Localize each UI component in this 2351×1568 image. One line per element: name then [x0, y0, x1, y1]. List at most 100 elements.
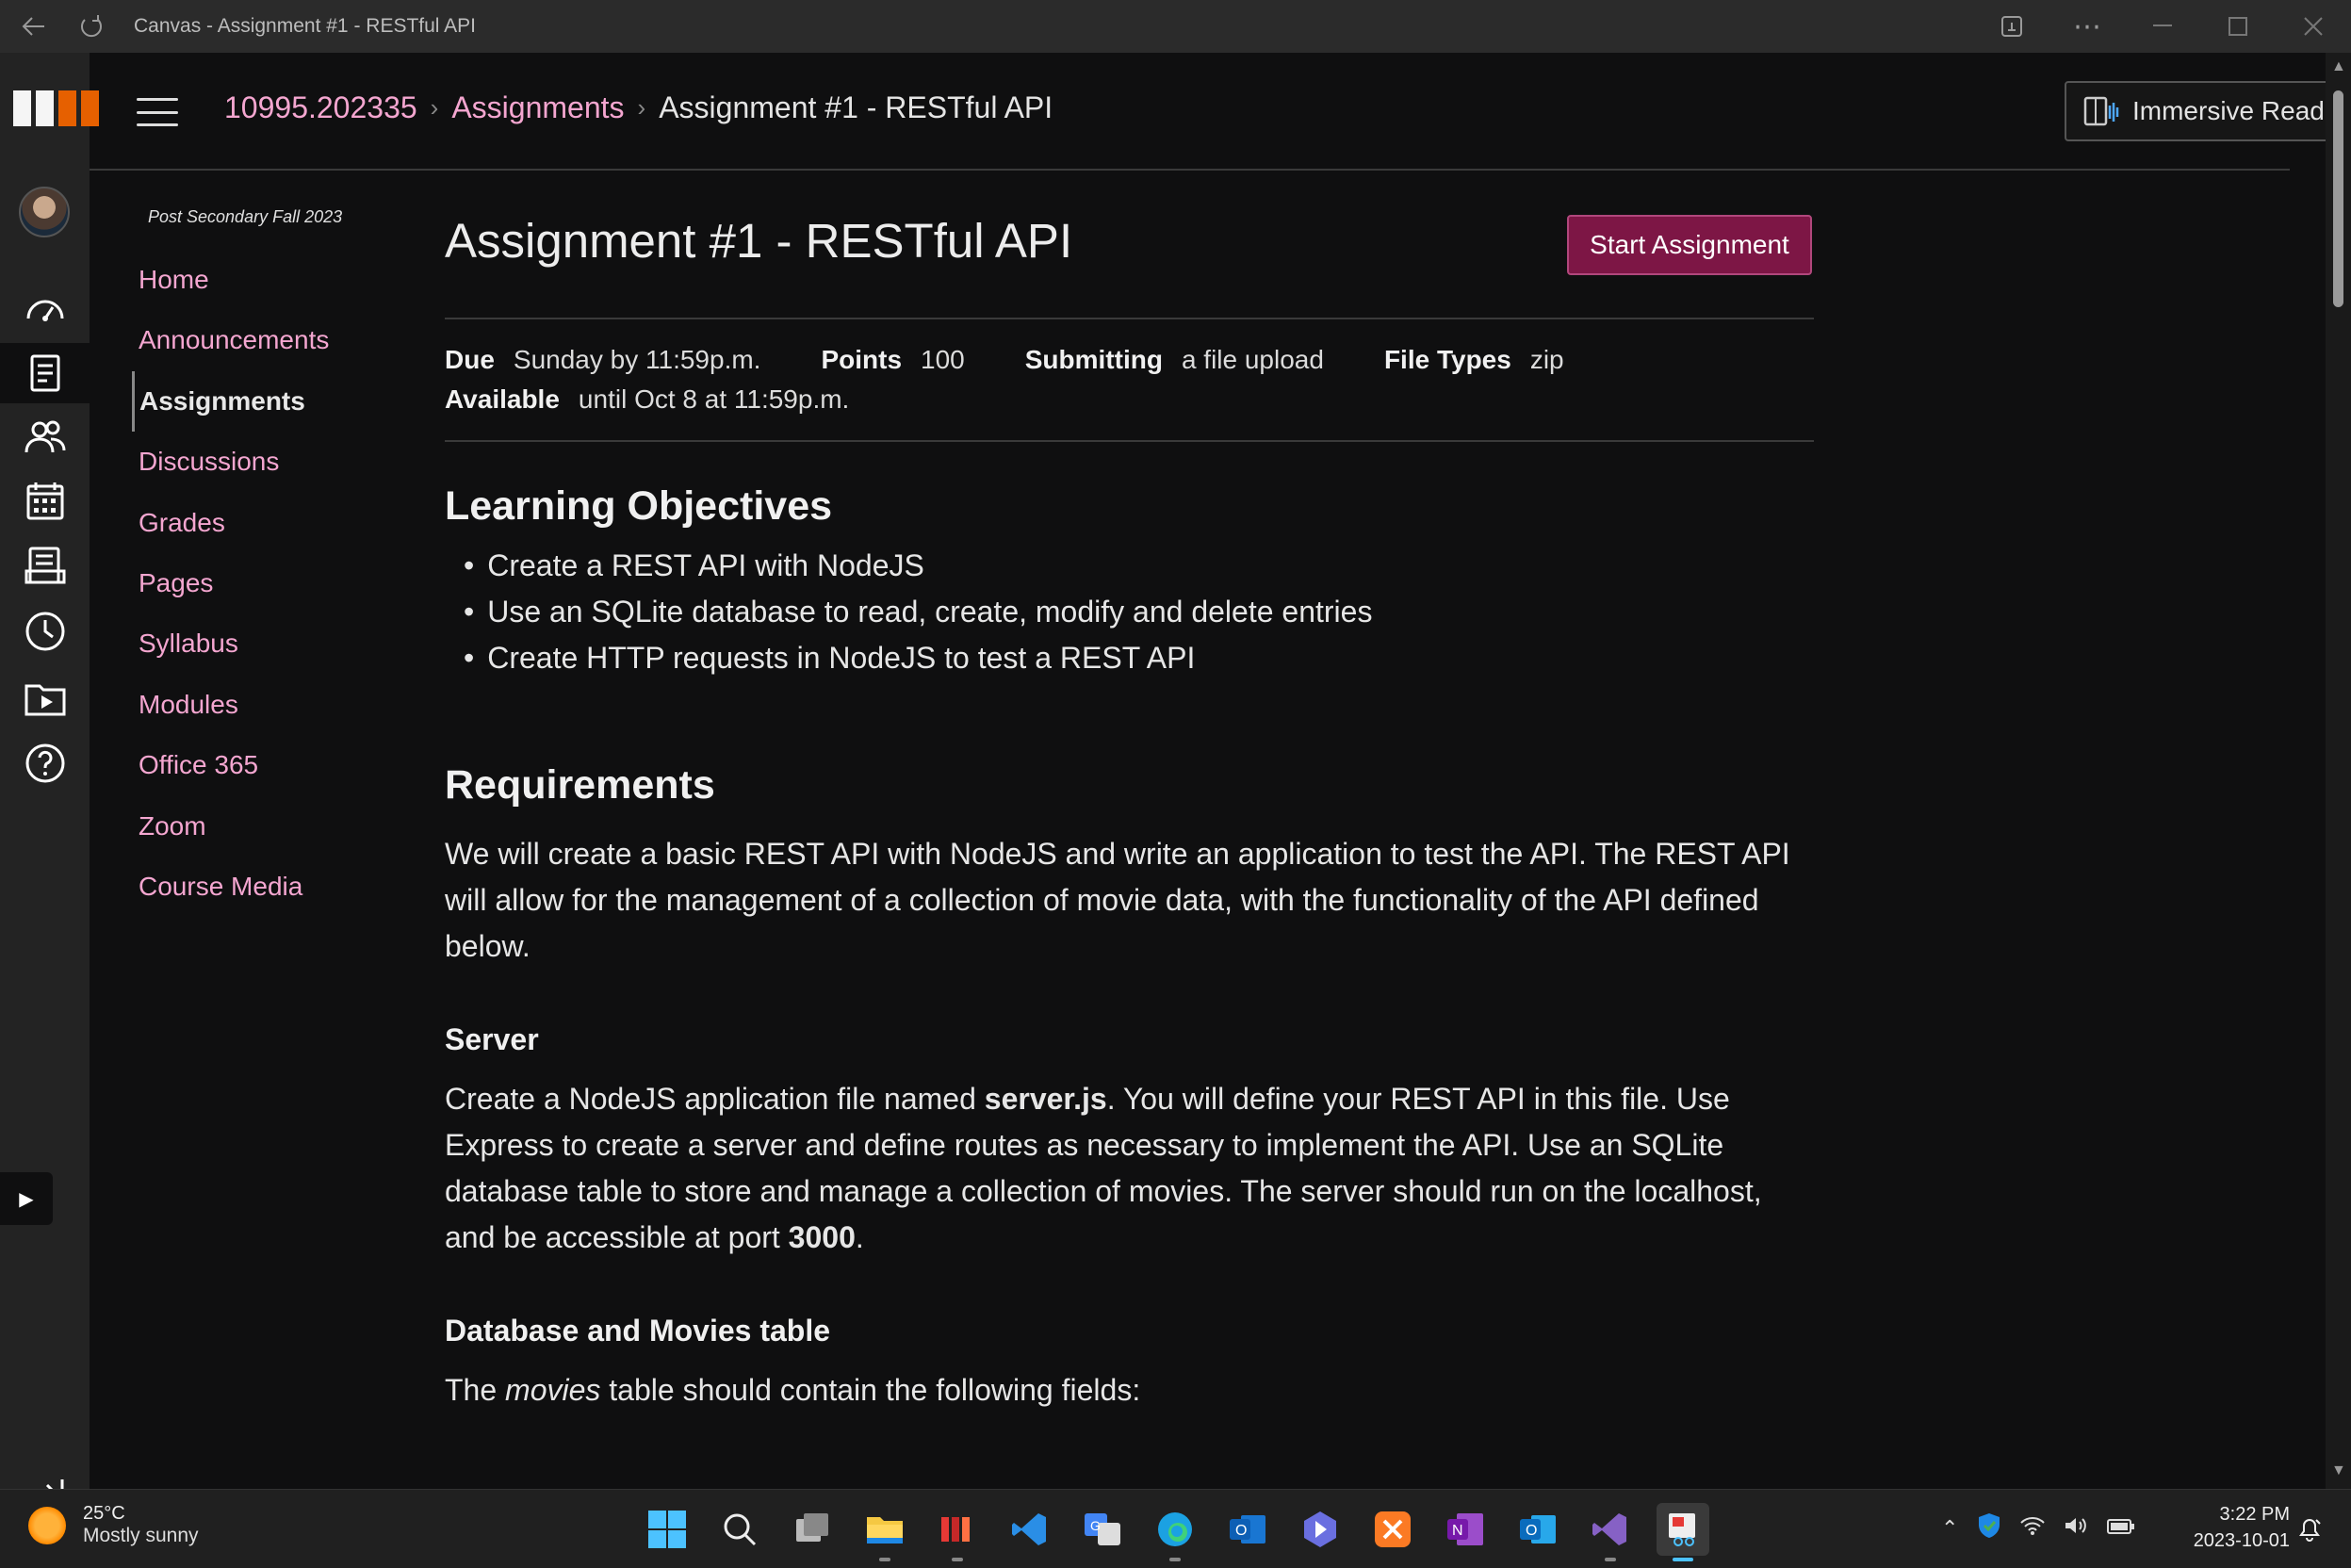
- assignment-content: Assignment #1 - RESTful API Start Assign…: [445, 207, 1816, 1413]
- database-text-part: table should contain the following field…: [600, 1373, 1141, 1407]
- list-item: Create HTTP requests in NodeJS to test a…: [445, 635, 1816, 681]
- more-options-icon[interactable]: ⋯: [2049, 0, 2125, 53]
- search-icon[interactable]: [713, 1503, 766, 1556]
- scrollbar-thumb[interactable]: [2333, 90, 2343, 307]
- courses-icon[interactable]: [0, 343, 90, 403]
- list-item: Create a REST API with NodeJS: [445, 543, 1816, 589]
- scroll-up-icon[interactable]: ▲: [2331, 58, 2346, 75]
- svg-text:N: N: [1452, 1523, 1463, 1539]
- server-text: Create a NodeJS application file named s…: [445, 1076, 1816, 1261]
- window-titlebar: Canvas - Assignment #1 - RESTful API ⋯: [0, 0, 2351, 53]
- taskbar-clock[interactable]: 3:22 PM 2023-10-01: [2177, 1501, 2290, 1554]
- menu-icon[interactable]: [137, 98, 178, 126]
- play-toggle-icon[interactable]: ▶: [0, 1172, 53, 1225]
- start-assignment-button[interactable]: Start Assignment: [1567, 215, 1812, 275]
- calendar-icon[interactable]: [0, 471, 90, 531]
- assignment-details: Due Sunday by 11:59p.m. Points 100 Submi…: [445, 318, 1814, 442]
- onenote-icon[interactable]: N: [1439, 1503, 1492, 1556]
- server-text-part: .: [855, 1220, 864, 1254]
- system-tray: ⌃: [1941, 1512, 2135, 1544]
- canvas-logo[interactable]: [13, 90, 99, 126]
- available-label: Available: [445, 384, 560, 414]
- course-navigation: Post Secondary Fall 2023 Home Announceme…: [132, 207, 396, 917]
- svg-text:G: G: [1090, 1518, 1101, 1533]
- database-text-part: The: [445, 1373, 506, 1407]
- visual-studio-icon[interactable]: [1584, 1503, 1637, 1561]
- global-navigation: ▶: [0, 53, 99, 1510]
- immersive-reader-button[interactable]: Immersive Reader: [2065, 81, 2351, 141]
- requirements-intro: We will create a basic REST API with Nod…: [445, 837, 1790, 963]
- course-nav-grades[interactable]: Grades: [132, 493, 396, 553]
- page-header: 10995.202335 › Assignments › Assignment …: [90, 53, 2351, 171]
- breadcrumb: 10995.202335 › Assignments › Assignment …: [224, 90, 1053, 125]
- due-value: Sunday by 11:59p.m.: [513, 345, 761, 374]
- course-nav-office365[interactable]: Office 365: [132, 735, 396, 795]
- inbox-icon[interactable]: [0, 535, 90, 596]
- account-avatar[interactable]: [19, 187, 70, 237]
- vscode-icon[interactable]: [1004, 1503, 1056, 1556]
- requirements-heading: Requirements: [445, 762, 715, 808]
- chevron-right-icon: ›: [637, 93, 646, 122]
- minimize-icon[interactable]: [2125, 0, 2200, 53]
- course-nav-zoom[interactable]: Zoom: [132, 796, 396, 857]
- copilot-icon[interactable]: [1294, 1503, 1347, 1556]
- share-icon[interactable]: [1974, 0, 2049, 53]
- refresh-icon[interactable]: [68, 0, 115, 53]
- file-types-label: File Types: [1383, 345, 1511, 374]
- outlook-icon[interactable]: O: [1221, 1503, 1274, 1556]
- server-heading: Server: [445, 1022, 539, 1056]
- dashboard-icon[interactable]: [0, 279, 90, 339]
- back-icon[interactable]: [0, 0, 68, 53]
- help-icon[interactable]: [0, 733, 90, 793]
- course-nav-home[interactable]: Home: [132, 250, 396, 310]
- objectives-heading: Learning Objectives: [445, 483, 833, 529]
- course-nav-announcements[interactable]: Announcements: [132, 310, 396, 370]
- edge-icon[interactable]: [1149, 1503, 1201, 1561]
- task-view-icon[interactable]: [786, 1503, 839, 1556]
- database-heading: Database and Movies table: [445, 1314, 831, 1348]
- wifi-icon[interactable]: [2020, 1515, 2046, 1542]
- weather-widget[interactable]: 25°C Mostly sunny: [28, 1503, 199, 1547]
- course-nav-pages[interactable]: Pages: [132, 553, 396, 613]
- security-shield-icon[interactable]: [1977, 1512, 2001, 1544]
- page-scrollbar[interactable]: ▲ ▼: [2326, 53, 2351, 1489]
- maximize-icon[interactable]: [2200, 0, 2276, 53]
- course-nav-assignments[interactable]: Assignments: [132, 370, 396, 433]
- sun-icon: [28, 1506, 66, 1544]
- points-label: Points: [821, 345, 903, 374]
- clock-date: 2023-10-01: [2193, 1530, 2290, 1551]
- commons-icon[interactable]: [0, 667, 90, 727]
- database-table-name: movies: [505, 1373, 601, 1407]
- start-icon[interactable]: [641, 1503, 694, 1556]
- database-text: The movies table should contain the foll…: [445, 1367, 1816, 1413]
- breadcrumb-current: Assignment #1 - RESTful API: [659, 90, 1053, 124]
- scroll-down-icon[interactable]: ▼: [2331, 1462, 2346, 1479]
- course-nav-syllabus[interactable]: Syllabus: [132, 613, 396, 674]
- weather-desc: Mostly sunny: [83, 1525, 199, 1546]
- chevron-up-icon[interactable]: ⌃: [1941, 1516, 1958, 1541]
- course-nav-modules[interactable]: Modules: [132, 675, 396, 735]
- translate-icon[interactable]: G: [1076, 1503, 1129, 1556]
- volume-icon[interactable]: [2064, 1515, 2088, 1542]
- clock-time: 3:22 PM: [2219, 1504, 2290, 1525]
- close-icon[interactable]: [2276, 0, 2351, 53]
- snipping-tool-icon[interactable]: [1657, 1503, 1709, 1561]
- course-nav-course-media[interactable]: Course Media: [132, 857, 396, 917]
- outlook-new-icon[interactable]: O: [1511, 1503, 1564, 1556]
- history-icon[interactable]: [0, 601, 90, 662]
- submitting-value: a file upload: [1181, 345, 1324, 374]
- breadcrumb-course[interactable]: 10995.202335: [224, 90, 417, 125]
- course-nav-discussions[interactable]: Discussions: [132, 432, 396, 492]
- list-item: Use an SQLite database to read, create, …: [445, 589, 1816, 635]
- xampp-icon[interactable]: [1366, 1503, 1419, 1556]
- battery-icon[interactable]: [2107, 1516, 2135, 1541]
- breadcrumb-assignments[interactable]: Assignments: [451, 90, 624, 125]
- file-explorer-icon[interactable]: [858, 1503, 911, 1561]
- server-filename: server.js: [984, 1082, 1107, 1116]
- notification-bell-icon[interactable]: [2297, 1516, 2322, 1549]
- groups-icon[interactable]: [0, 407, 90, 467]
- app-icon-red[interactable]: [931, 1503, 984, 1561]
- server-port: 3000: [788, 1220, 856, 1254]
- taskbar-apps: G O N O: [641, 1503, 1709, 1561]
- window-title: Canvas - Assignment #1 - RESTful API: [134, 15, 476, 37]
